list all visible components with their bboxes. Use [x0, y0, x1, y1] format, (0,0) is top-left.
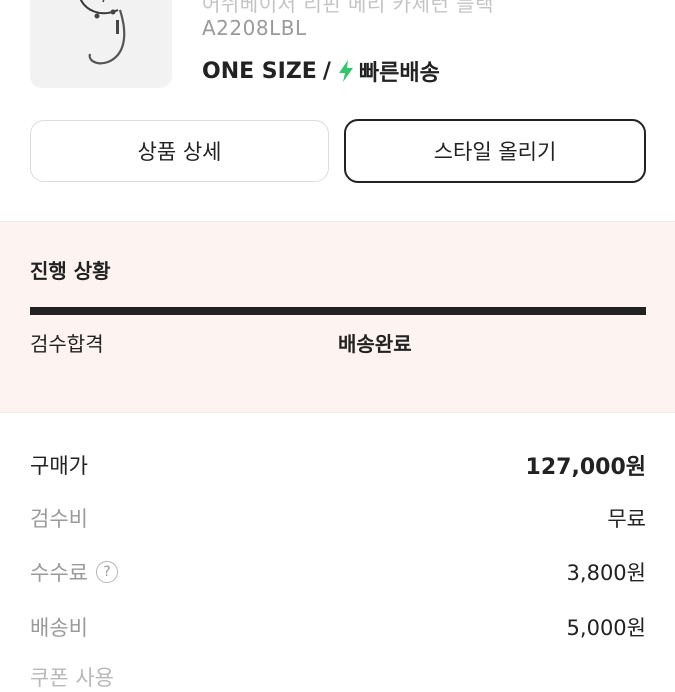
product-image [79, 0, 126, 65]
product-detail-button[interactable]: 상품 상세 [30, 120, 329, 182]
purchase-price-label: 구매가 [30, 454, 88, 478]
commission-label: 수수료 [30, 561, 88, 585]
question-circle-icon[interactable]: ? [95, 561, 118, 583]
price-row-purchase: 구매가 127,000원 [30, 448, 646, 482]
progress-section [0, 222, 675, 412]
commission-value: 3,800원 [566, 561, 646, 585]
product-size-shipping: ONE SIZE / 빠른배송 [202, 56, 440, 87]
commission-label-wrap: 수수료 ? [30, 557, 118, 587]
purchase-price-value: 127,000원 [525, 455, 646, 480]
inspection-fee-label: 검수비 [30, 507, 88, 531]
section-divider [0, 412, 675, 413]
lightning-bolt-icon [338, 60, 353, 82]
progress-step-delivered: 배송완료 [338, 332, 412, 356]
progress-step-inspection-passed: 검수합격 [30, 332, 104, 356]
product-thumbnail[interactable] [30, 0, 172, 88]
upload-style-button-label: 스타일 올리기 [433, 140, 557, 164]
product-detail-button-label: 상품 상세 [137, 140, 222, 164]
size-separator: / [322, 58, 331, 84]
delivery-fee-label: 배송비 [30, 616, 88, 640]
upload-style-button[interactable]: 스타일 올리기 [344, 119, 646, 183]
product-name: 어쉬베이저 리핀 메리 카제턴 블랙 [202, 0, 495, 16]
product-model-code: A2208LBL [202, 16, 307, 40]
progress-title: 진행 상황 [30, 259, 111, 283]
price-row-inspection: 검수비 무료 [30, 501, 646, 535]
price-row-commission: 수수료 ? 3,800원 [30, 555, 646, 589]
product-size: ONE SIZE [202, 58, 317, 84]
inspection-fee-value: 무료 [607, 507, 646, 531]
coupon-label: 쿠폰 사용 [30, 666, 114, 690]
fast-shipping-label: 빠른배송 [358, 61, 440, 86]
delivery-fee-value: 5,000원 [566, 616, 646, 640]
price-row-delivery: 배송비 5,000원 [30, 610, 646, 644]
progress-bar [30, 307, 646, 315]
